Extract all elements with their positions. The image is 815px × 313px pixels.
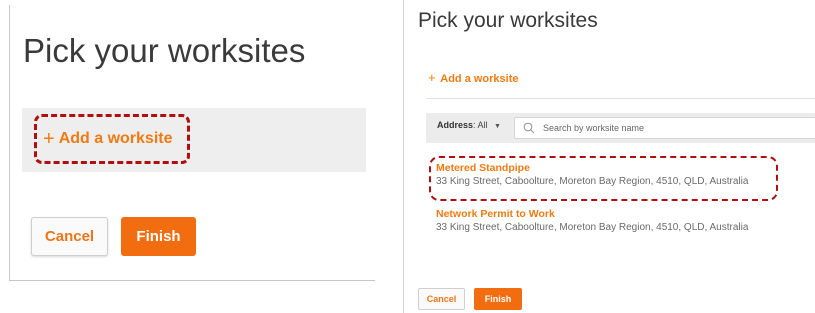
cancel-button[interactable]: Cancel <box>31 217 108 256</box>
divider <box>426 98 815 99</box>
cancel-button[interactable]: Cancel <box>418 288 465 310</box>
highlight-outline <box>429 156 778 201</box>
search-input[interactable] <box>543 123 773 133</box>
finish-button[interactable]: Finish <box>121 217 196 256</box>
add-worksite-link[interactable]: + Add a worksite <box>34 114 190 164</box>
address-filter-dropdown[interactable]: Address: All ▼ <box>437 120 501 130</box>
right-dialog: Pick your worksites + Add a worksite Add… <box>403 0 815 313</box>
chevron-down-icon: ▼ <box>494 123 501 130</box>
add-worksite-label: Add a worksite <box>58 130 173 147</box>
page-title: Pick your worksites <box>23 32 306 69</box>
finish-button[interactable]: Finish <box>474 288 522 310</box>
worksite-name: Network Permit to Work <box>436 208 555 220</box>
worksite-address: 33 King Street, Caboolture, Moreton Bay … <box>436 222 749 233</box>
search-box[interactable] <box>514 117 815 139</box>
worksite-list-item[interactable]: Network Permit to Work 33 King Street, C… <box>436 208 748 233</box>
address-filter-value: : All <box>473 120 488 130</box>
plus-icon: + <box>43 127 55 150</box>
add-worksite-label: Add a worksite <box>440 73 519 85</box>
search-icon <box>523 122 535 134</box>
address-filter-label: Address <box>437 120 474 130</box>
add-worksite-link[interactable]: + Add a worksite <box>428 70 519 85</box>
plus-icon: + <box>428 70 436 85</box>
page-title: Pick your worksites <box>418 9 598 32</box>
